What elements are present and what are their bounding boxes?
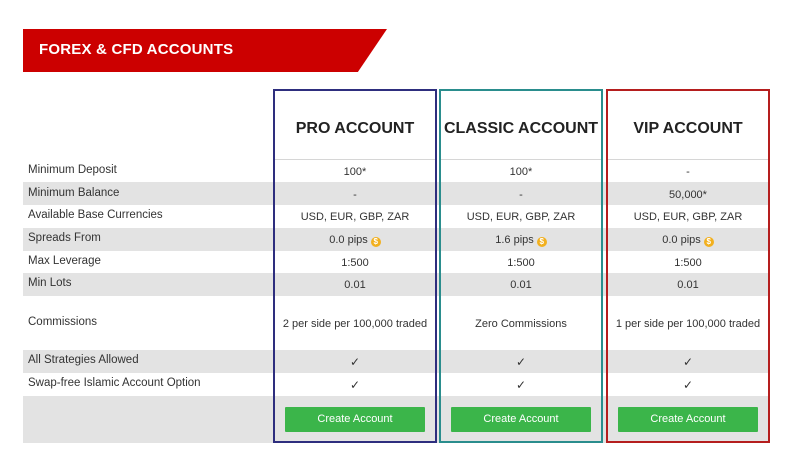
vip-base-currencies: USD, EUR, GBP, ZAR: [633, 211, 743, 223]
vip-minimum-balance: 50,000*: [669, 189, 707, 201]
vip-spreads-from: 0.0 pips $: [608, 234, 768, 247]
row-label-minimum-balance: Minimum Balance: [28, 187, 120, 199]
checkmark-icon: ✓: [682, 355, 694, 369]
coin-info-icon[interactable]: $: [703, 237, 714, 247]
pro-spreads-from: 0.0 pips $: [275, 234, 435, 247]
vip-commissions: 1 per side per 100,000 traded: [615, 318, 761, 330]
column-divider: [441, 159, 601, 160]
pro-base-currencies: USD, EUR, GBP, ZAR: [300, 211, 410, 223]
classic-account-title: CLASSIC ACCOUNT: [443, 120, 599, 137]
pro-create-account-button[interactable]: Create Account: [285, 407, 425, 432]
classic-min-lots: 0.01: [510, 279, 532, 291]
vip-minimum-deposit: -: [686, 166, 690, 178]
checkmark-icon: ✓: [682, 378, 694, 392]
vip-max-leverage: 1:500: [674, 257, 702, 269]
row-label-base-currencies: Available Base Currencies: [28, 209, 163, 221]
row-label-minimum-deposit: Minimum Deposit: [28, 164, 117, 176]
classic-minimum-deposit: 100*: [509, 166, 533, 178]
vip-min-lots: 0.01: [677, 279, 699, 291]
banner-title: FOREX & CFD ACCOUNTS: [39, 41, 234, 58]
column-divider: [608, 159, 768, 160]
checkmark-icon: ✓: [349, 378, 361, 392]
classic-spreads-value: 1.6 pips: [495, 234, 534, 246]
pro-account-column: PRO ACCOUNT 100* - USD, EUR, GBP, ZAR 0.…: [273, 89, 437, 443]
row-label-swap-free: Swap-free Islamic Account Option: [28, 377, 201, 389]
checkmark-icon: ✓: [349, 355, 361, 369]
pro-minimum-balance: -: [353, 189, 357, 201]
row-label-min-lots: Min Lots: [28, 277, 72, 289]
classic-minimum-balance: -: [519, 189, 523, 201]
pro-minimum-deposit: 100*: [343, 166, 367, 178]
classic-base-currencies: USD, EUR, GBP, ZAR: [466, 211, 576, 223]
row-label-spreads-from: Spreads From: [28, 232, 101, 244]
row-label-all-strategies: All Strategies Allowed: [28, 354, 139, 366]
page-banner: FOREX & CFD ACCOUNTS: [23, 29, 387, 72]
classic-account-column: CLASSIC ACCOUNT 100* - USD, EUR, GBP, ZA…: [439, 89, 603, 443]
row-label-commissions: Commissions: [28, 316, 98, 328]
pro-account-title: PRO ACCOUNT: [295, 120, 415, 137]
row-label-max-leverage: Max Leverage: [28, 255, 101, 267]
coin-info-icon[interactable]: $: [370, 237, 381, 247]
classic-commissions: Zero Commissions: [475, 318, 567, 330]
classic-max-leverage: 1:500: [507, 257, 535, 269]
vip-account-title: VIP ACCOUNT: [633, 120, 743, 137]
vip-spreads-value: 0.0 pips: [662, 234, 701, 246]
vip-account-column: VIP ACCOUNT - 50,000* USD, EUR, GBP, ZAR…: [606, 89, 770, 443]
column-divider: [275, 159, 435, 160]
pro-commissions: 2 per side per 100,000 traded: [282, 318, 428, 330]
vip-create-account-button[interactable]: Create Account: [618, 407, 758, 432]
pro-spreads-value: 0.0 pips: [329, 234, 368, 246]
pro-max-leverage: 1:500: [341, 257, 369, 269]
coin-info-icon[interactable]: $: [536, 237, 547, 247]
classic-spreads-from: 1.6 pips $: [441, 234, 601, 247]
checkmark-icon: ✓: [515, 355, 527, 369]
pro-min-lots: 0.01: [344, 279, 366, 291]
classic-create-account-button[interactable]: Create Account: [451, 407, 591, 432]
checkmark-icon: ✓: [515, 378, 527, 392]
